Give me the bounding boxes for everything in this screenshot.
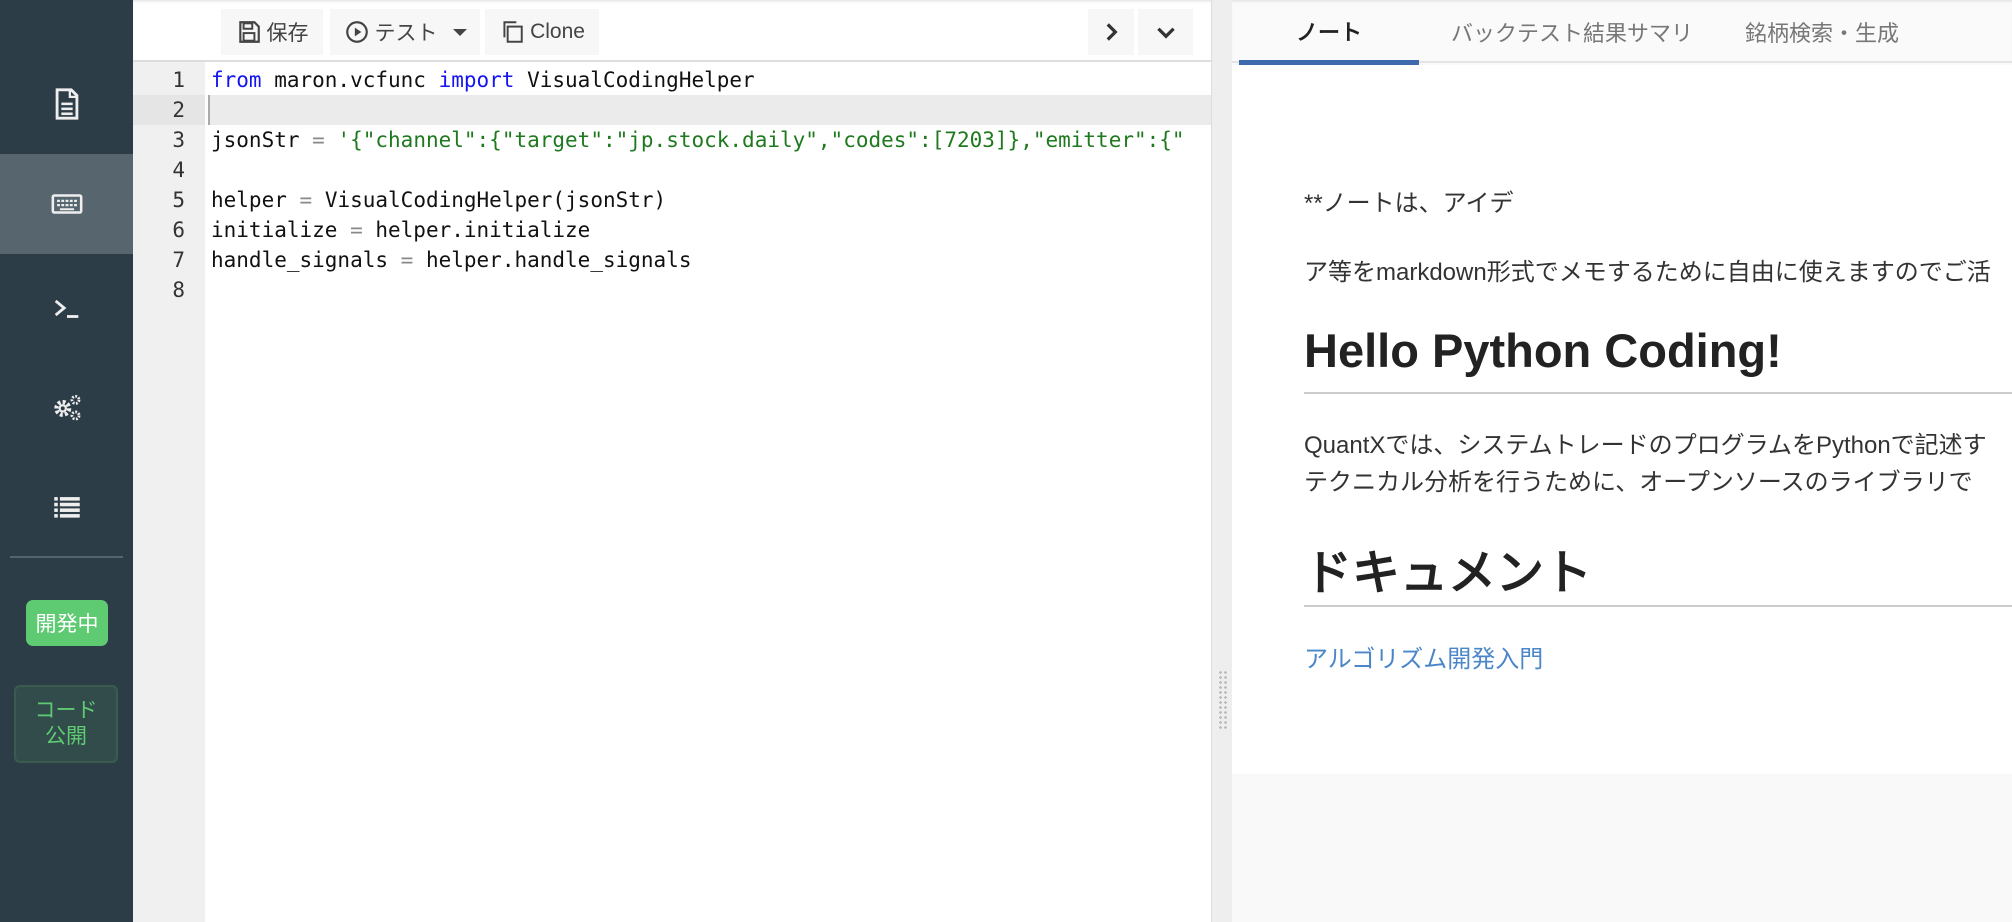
note-paragraph: **ノートは、アイデ xyxy=(1304,190,1514,217)
tab-note[interactable]: ノート xyxy=(1239,0,1419,65)
code-token: initialize xyxy=(211,218,351,242)
document-icon xyxy=(55,88,78,120)
line-number: 7 xyxy=(172,248,185,272)
sidebar-divider xyxy=(10,556,123,558)
code-token: from xyxy=(211,68,262,92)
line-number: 5 xyxy=(172,188,185,212)
drag-handle-icon[interactable] xyxy=(1218,670,1228,730)
save-label: 保存 xyxy=(266,22,309,45)
line-number: 1 xyxy=(172,68,185,92)
code-line[interactable]: initialize = helper.initialize xyxy=(205,215,1211,245)
code-token: '{"channel":{"target":"jp.stock.daily","… xyxy=(337,128,1185,152)
code-token: import xyxy=(438,68,515,92)
code-token: jsonStr xyxy=(211,128,313,152)
terminal-icon xyxy=(54,299,78,318)
note-paragraph: QuantXでは、システムトレードのプログラムをPythonで記述す xyxy=(1304,432,1987,459)
caret-down-icon xyxy=(452,28,467,36)
code-area[interactable]: from maron.vcfunc import VisualCodingHel… xyxy=(205,62,1211,922)
code-line[interactable]: handle_signals = helper.handle_signals xyxy=(205,245,1211,275)
pane-splitter[interactable] xyxy=(1211,0,1232,922)
play-circle-icon xyxy=(345,21,368,43)
code-token: = xyxy=(312,128,325,152)
code-token: = xyxy=(400,248,414,272)
code-line[interactable]: jsonStr = '{"channel":{"target":"jp.stoc… xyxy=(205,125,1211,155)
chevron-down-icon xyxy=(1156,27,1175,39)
sidebar-item-settings[interactable] xyxy=(0,357,133,457)
code-line[interactable]: helper = VisualCodingHelper(jsonStr) xyxy=(205,185,1211,215)
line-number: 8 xyxy=(172,278,185,302)
note-content: **ノートは、アイデ ア等をmarkdown形式でメモするために自由に使えますの… xyxy=(1232,65,2012,774)
gears-icon xyxy=(53,394,80,421)
tab-stock-search[interactable]: 銘柄検索・生成 xyxy=(1722,0,1922,63)
heading-divider xyxy=(1304,392,2012,394)
line-number: 2 xyxy=(133,95,205,125)
keyboard-icon xyxy=(51,194,82,214)
code-token: = xyxy=(299,188,313,212)
code-line[interactable] xyxy=(205,275,1211,305)
sidebar-item-terminal[interactable] xyxy=(0,258,133,358)
note-heading-1: Hello Python Coding! xyxy=(1304,324,1782,377)
note-paragraph: ア等をmarkdown形式でメモするために自由に使えますのでご活 xyxy=(1304,259,1991,286)
sidebar: 開発中 コード 公開 xyxy=(0,0,133,922)
line-number: 4 xyxy=(172,158,185,182)
list-icon xyxy=(53,497,80,518)
note-paragraph: テクニカル分析を行うために、オープンソースのライブラリで xyxy=(1304,469,1973,496)
tab-backtest-summary[interactable]: バックテスト結果サマリ xyxy=(1442,0,1702,63)
right-panel: ノート バックテスト結果サマリ 銘柄検索・生成 **ノートは、アイデ ア等をma… xyxy=(1232,0,2012,922)
editor-toolbar: 保存 テスト Clone xyxy=(133,0,1211,62)
clone-button[interactable]: Clone xyxy=(485,9,599,55)
code-token: VisualCodingHelper(jsonStr) xyxy=(312,188,667,212)
tab-bar: ノート バックテスト結果サマリ 銘柄検索・生成 xyxy=(1232,0,2012,65)
clone-label: Clone xyxy=(530,20,585,43)
code-token: VisualCodingHelper xyxy=(514,68,755,92)
code-token: helper.handle_signals xyxy=(413,248,692,272)
code-token: helper xyxy=(211,188,300,212)
save-button[interactable]: 保存 xyxy=(221,9,323,55)
note-heading-2: ドキュメント xyxy=(1304,547,1593,600)
code-line[interactable] xyxy=(205,155,1211,185)
expand-down-button[interactable] xyxy=(1138,9,1193,55)
heading-divider xyxy=(1304,605,2012,607)
status-badge: 開発中 xyxy=(26,600,108,646)
code-token: = xyxy=(350,218,363,242)
sidebar-item-editor[interactable] xyxy=(0,154,133,254)
algorithm-intro-link[interactable]: アルゴリズム開発入門 xyxy=(1304,639,1543,674)
test-button[interactable]: テスト xyxy=(330,9,480,55)
code-editor-pane: 保存 テスト Clone 1 2 3 4 5 6 7 8 from maron.vcfunc … xyxy=(133,0,1211,922)
code-token: helper.initialize xyxy=(362,218,591,242)
expand-right-button[interactable] xyxy=(1088,9,1134,55)
sidebar-item-document[interactable] xyxy=(0,54,133,154)
code-line[interactable] xyxy=(208,95,1211,125)
code-token: handle_signals xyxy=(211,248,401,272)
save-icon xyxy=(238,21,260,43)
line-number: 6 xyxy=(172,218,185,242)
copy-icon xyxy=(503,21,523,43)
test-label: テスト xyxy=(374,22,438,45)
code-line[interactable]: from maron.vcfunc import VisualCodingHel… xyxy=(205,65,1211,95)
chevron-right-icon xyxy=(1106,23,1118,41)
publish-code-button[interactable]: コード 公開 xyxy=(14,685,118,763)
line-number-gutter: 1 2 3 4 5 6 7 8 xyxy=(133,62,205,922)
code-token: maron.vcfunc xyxy=(261,68,439,92)
line-number: 3 xyxy=(172,128,185,152)
sidebar-item-list[interactable] xyxy=(0,457,133,557)
